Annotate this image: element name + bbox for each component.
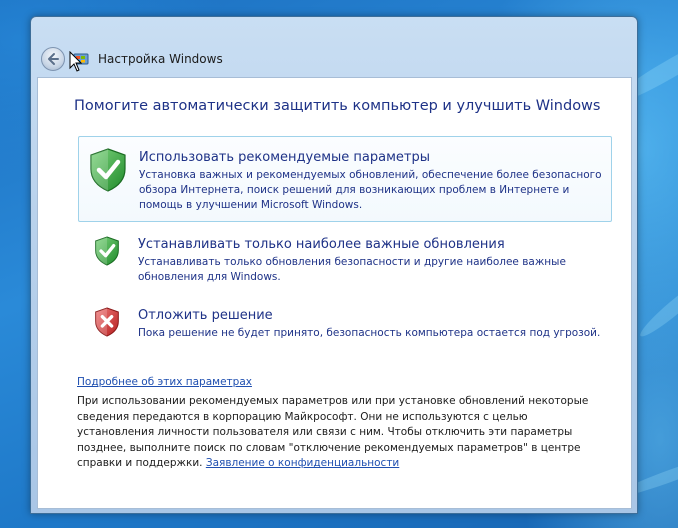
option-description: Устанавливать только обновления безопасн…: [138, 255, 566, 285]
option-description-line: Пока решение не будет принято, безопасно…: [138, 327, 601, 339]
info-line: позднее, выполните поиск по словам "откл…: [77, 441, 581, 454]
page-heading: Помогите автоматически защитить компьюте…: [74, 98, 601, 114]
back-arrow-icon: [48, 53, 59, 65]
option-description-line: помощь в улучшении Microsoft Windows.: [139, 199, 363, 211]
info-line: справки и поддержки. Заявление о конфиде…: [77, 456, 597, 472]
info-text: При использовании рекомендуемых параметр…: [77, 394, 597, 472]
option-description: Пока решение не будет принято, безопасно…: [138, 326, 600, 341]
info-line: При использовании рекомендуемых параметр…: [77, 395, 589, 407]
setup-window: Настройка Windows Помогите автоматически…: [30, 16, 638, 514]
green-shield-check-icon: [95, 236, 119, 266]
window-title: Настройка Windows: [98, 52, 223, 66]
option-description-line: Устанавливать только обновления безопасн…: [138, 256, 566, 268]
option-title: Отложить решение: [138, 308, 273, 323]
wallpaper-streak: [636, 272, 678, 342]
red-shield-x-icon: [95, 307, 119, 337]
option-title: Использовать рекомендуемые параметры: [139, 150, 430, 165]
info-line: сведения передаются в корпорацию Майкрос…: [77, 410, 528, 423]
back-button[interactable]: [41, 47, 65, 71]
option-description-line: обновления для Windows.: [138, 271, 281, 283]
option-recommended-settings[interactable]: Использовать рекомендуемые параметры Уст…: [78, 136, 612, 222]
content-panel: Помогите автоматически защитить компьюте…: [37, 77, 632, 509]
learn-more-link[interactable]: Подробнее об этих параметрах: [77, 376, 252, 388]
option-title: Устанавливать только наиболее важные обн…: [138, 237, 505, 252]
mouse-cursor-icon: [69, 51, 83, 72]
info-line-text: справки и поддержки.: [77, 457, 203, 469]
option-description-line: Установка важных и рекомендуемых обновле…: [139, 169, 602, 181]
option-important-updates-only[interactable]: Устанавливать только наиболее важные обн…: [78, 230, 612, 292]
option-ask-later[interactable]: Отложить решение Пока решение не будет п…: [78, 302, 612, 352]
title-bar: Настройка Windows: [31, 17, 637, 77]
info-line: установления личности пользователя или с…: [77, 426, 573, 438]
option-description-line: обзора Интернета, поиск решений для возн…: [139, 184, 570, 196]
green-shield-check-icon: [90, 148, 126, 192]
privacy-statement-link[interactable]: Заявление о конфиденциальности: [206, 457, 399, 469]
option-description: Установка важных и рекомендуемых обновле…: [139, 168, 602, 213]
